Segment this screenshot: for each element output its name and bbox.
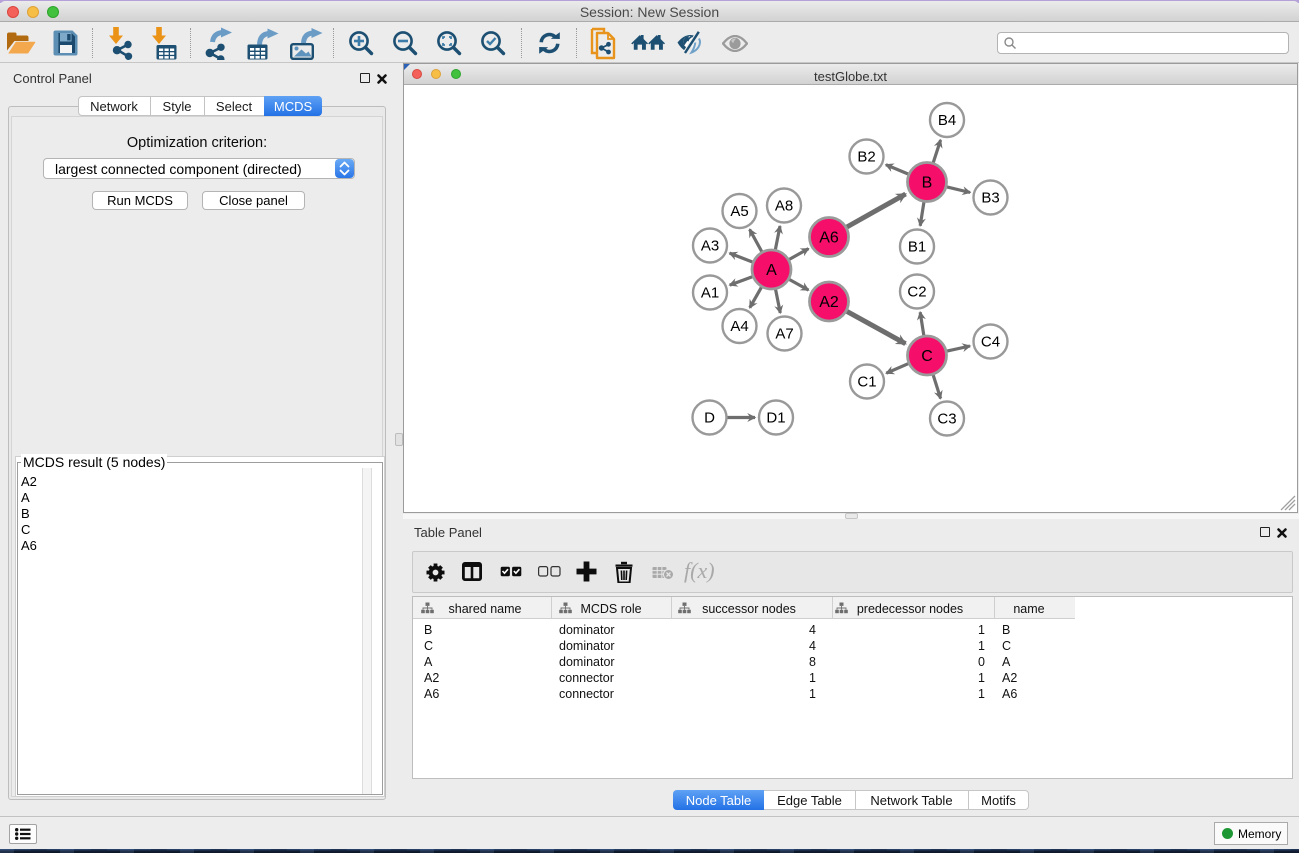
svg-text:A5: A5 [730, 203, 748, 220]
svg-text:A4: A4 [730, 318, 748, 335]
svg-text:B3: B3 [981, 190, 999, 207]
svg-text:B4: B4 [938, 112, 956, 129]
svg-text:C: C [921, 348, 933, 365]
svg-text:D1: D1 [766, 410, 785, 427]
svg-text:C1: C1 [857, 374, 876, 391]
svg-text:A6: A6 [819, 230, 839, 247]
svg-text:C4: C4 [981, 334, 1000, 351]
svg-text:B1: B1 [908, 239, 926, 256]
svg-text:A7: A7 [775, 326, 793, 343]
svg-text:A3: A3 [701, 238, 719, 255]
svg-text:A8: A8 [775, 198, 793, 215]
svg-text:A2: A2 [819, 294, 839, 311]
svg-text:B2: B2 [857, 149, 875, 166]
svg-text:C2: C2 [907, 284, 926, 301]
svg-text:A1: A1 [701, 285, 719, 302]
svg-text:D: D [704, 410, 715, 427]
svg-text:A: A [766, 262, 777, 279]
svg-text:B: B [922, 175, 933, 192]
svg-text:C3: C3 [937, 411, 956, 428]
